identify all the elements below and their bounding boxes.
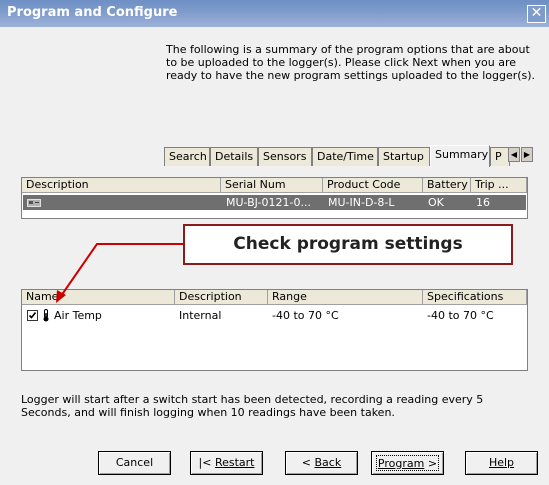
logger-trip: 16 (476, 196, 490, 209)
restart-label: Restart (214, 456, 255, 469)
window-title: Program and Configure (7, 5, 178, 20)
col-header-battery[interactable]: Battery (423, 178, 471, 193)
logger-list[interactable]: Description Serial Num Product Code Batt… (21, 177, 528, 219)
summary-text: Logger will start after a switch start h… (21, 393, 484, 419)
table-row[interactable]: Air Temp Internal -40 to 70 °C -40 to 70… (22, 308, 527, 323)
logger-serial: MU-BJ-0121-0... (226, 196, 311, 209)
col-header-description[interactable]: Description (22, 178, 221, 193)
tab-sensors[interactable]: Sensors (258, 147, 312, 166)
sensor-description: Internal (179, 309, 222, 322)
col-header-specifications[interactable]: Specifications (423, 290, 527, 305)
col-header-trip[interactable]: Trip ... (471, 178, 527, 193)
close-button[interactable]: ✕ (527, 5, 546, 23)
logger-battery: OK (428, 196, 444, 209)
intro-text: The following is a summary of the progra… (166, 43, 536, 82)
tab-startup[interactable]: Startup (378, 147, 430, 166)
title-bar[interactable]: Program and Configure ✕ (0, 0, 549, 27)
col-header-serial[interactable]: Serial Num (221, 178, 323, 193)
col-header-product-code[interactable]: Product Code (323, 178, 423, 193)
col-header-sensor-description[interactable]: Description (175, 290, 268, 305)
tab-date-time[interactable]: Date/Time (312, 147, 378, 166)
help-button[interactable]: Help (465, 451, 538, 475)
program-button[interactable]: Program > (371, 451, 444, 475)
sensor-checkbox[interactable] (27, 310, 38, 321)
tab-search[interactable]: Search (164, 147, 210, 166)
back-button[interactable]: < Back (285, 451, 358, 475)
cancel-label: Cancel (115, 456, 154, 469)
back-label: Back (314, 456, 342, 469)
restart-prefix: |< (198, 456, 215, 469)
cancel-button[interactable]: Cancel (98, 451, 171, 475)
tab-details[interactable]: Details (210, 147, 258, 166)
sensor-list[interactable]: Name Description Range Specifications Ai… (21, 289, 528, 371)
logger-product-code: MU-IN-D-8-L (328, 196, 395, 209)
program-label: Program (377, 457, 425, 470)
col-header-range[interactable]: Range (268, 290, 423, 305)
col-header-name[interactable]: Name (22, 290, 175, 305)
tab-summary[interactable]: Summary (430, 145, 490, 167)
thermometer-icon (42, 309, 50, 322)
program-suffix: > (424, 457, 438, 470)
tab-scroll-right-icon[interactable]: ▶ (521, 147, 533, 162)
tab-scroll-left-icon[interactable]: ◀ (508, 147, 520, 162)
logger-icon (27, 197, 41, 207)
back-prefix: < (301, 456, 315, 469)
annotation-callout: Check program settings (183, 224, 513, 265)
help-label: Help (488, 456, 515, 469)
restart-button[interactable]: |< Restart (190, 451, 263, 475)
table-row[interactable]: MU-BJ-0121-0... MU-IN-D-8-L OK 16 (23, 195, 526, 210)
tab-partial[interactable]: P (490, 147, 510, 166)
focus-ring: Program > (376, 455, 439, 471)
sensor-name: Air Temp (54, 309, 102, 322)
sensor-specifications: -40 to 70 °C (427, 309, 494, 322)
sensor-range: -40 to 70 °C (272, 309, 339, 322)
program-configure-window: Program and Configure ✕ The following is… (0, 0, 549, 485)
